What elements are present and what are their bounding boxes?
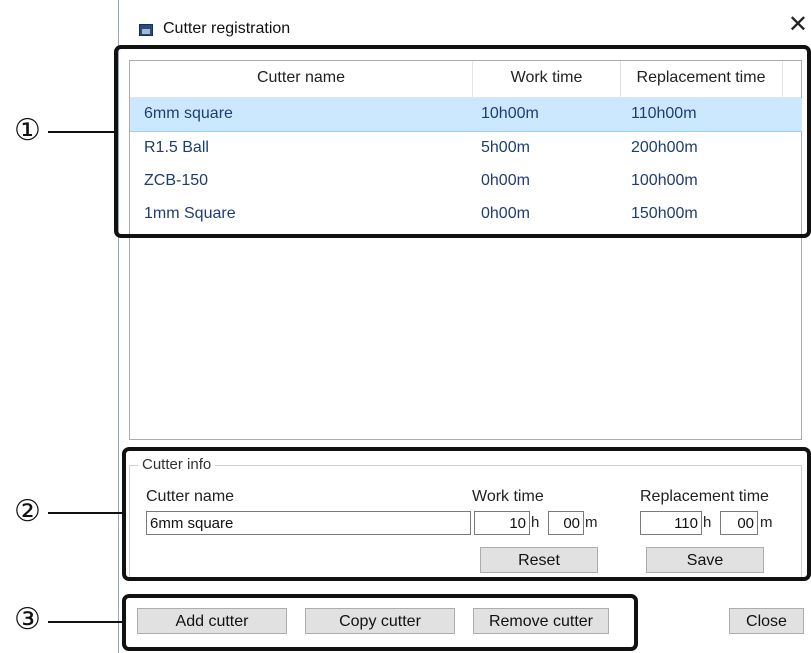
callout-marker-1: ① <box>14 114 41 147</box>
window-title: Cutter registration <box>163 20 291 37</box>
callout-box-cutter-list <box>114 45 811 238</box>
callout-marker-3: ③ <box>14 603 41 636</box>
callout-box-cutter-info <box>122 447 811 581</box>
callout-marker-2: ② <box>14 495 41 528</box>
callout-leader-line <box>48 621 122 623</box>
title-bar: Cutter registration ✕ <box>119 0 811 50</box>
callout-leader-line <box>48 512 122 514</box>
callout-leader-line <box>48 131 114 133</box>
close-icon[interactable]: ✕ <box>788 13 808 37</box>
app-window-icon <box>139 24 153 36</box>
close-button[interactable]: Close <box>729 608 804 634</box>
callout-box-action-buttons <box>122 594 638 651</box>
